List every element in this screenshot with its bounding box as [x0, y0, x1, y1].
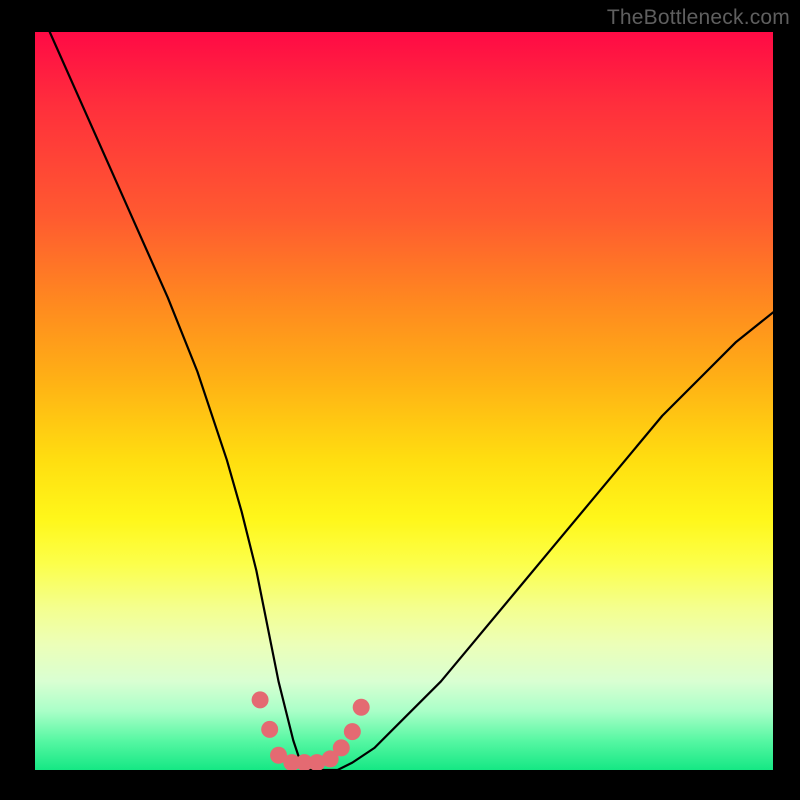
highlight-dots-group	[252, 691, 370, 770]
highlight-dot	[353, 699, 370, 716]
watermark-text: TheBottleneck.com	[607, 6, 790, 30]
highlight-dot	[261, 721, 278, 738]
highlight-dot	[344, 723, 361, 740]
chart-svg	[35, 32, 773, 770]
bottleneck-curve-line	[50, 32, 773, 770]
chart-frame: TheBottleneck.com	[0, 0, 800, 800]
highlight-dot	[333, 739, 350, 756]
highlight-dot	[252, 691, 269, 708]
chart-plot-area	[35, 32, 773, 770]
